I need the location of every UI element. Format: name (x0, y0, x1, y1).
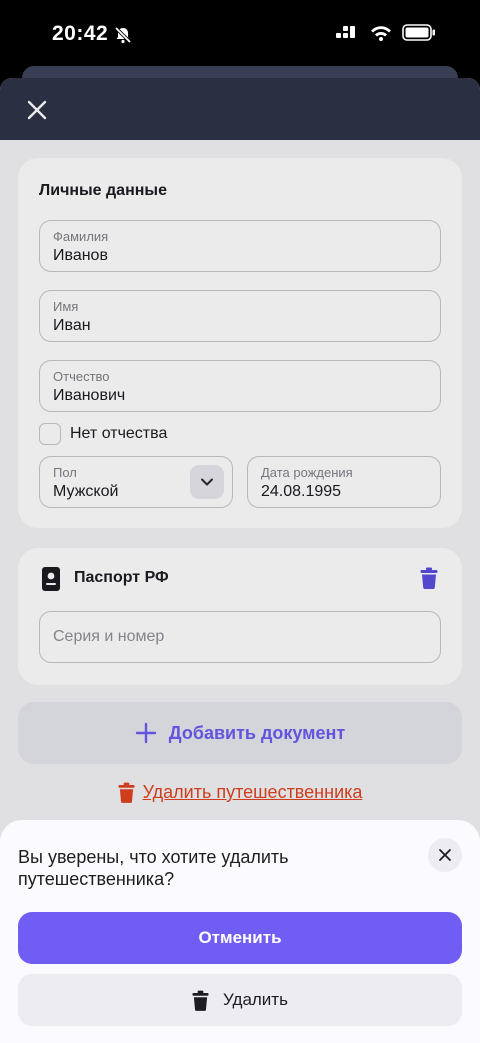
status-icons (336, 24, 436, 41)
delete-confirm-sheet: Вы уверены, что хотите удалить путешеств… (0, 820, 480, 1043)
dialog-close-button[interactable] (428, 838, 462, 872)
signal-icon (336, 25, 355, 38)
status-bar: 20:42 (0, 0, 480, 70)
cancel-button[interactable]: Отменить (18, 912, 462, 964)
battery-icon (402, 24, 435, 41)
delete-button-label: Удалить (223, 990, 288, 1009)
delete-button[interactable]: Удалить (18, 974, 462, 1026)
trash-icon (192, 990, 209, 1011)
wifi-icon (371, 25, 391, 41)
status-time: 20:42 (52, 22, 109, 45)
dialog-title: Вы уверены, что хотите удалить путешеств… (18, 847, 289, 889)
bell-off-icon (114, 26, 132, 44)
cancel-button-label: Отменить (198, 928, 282, 947)
close-icon (439, 849, 451, 861)
